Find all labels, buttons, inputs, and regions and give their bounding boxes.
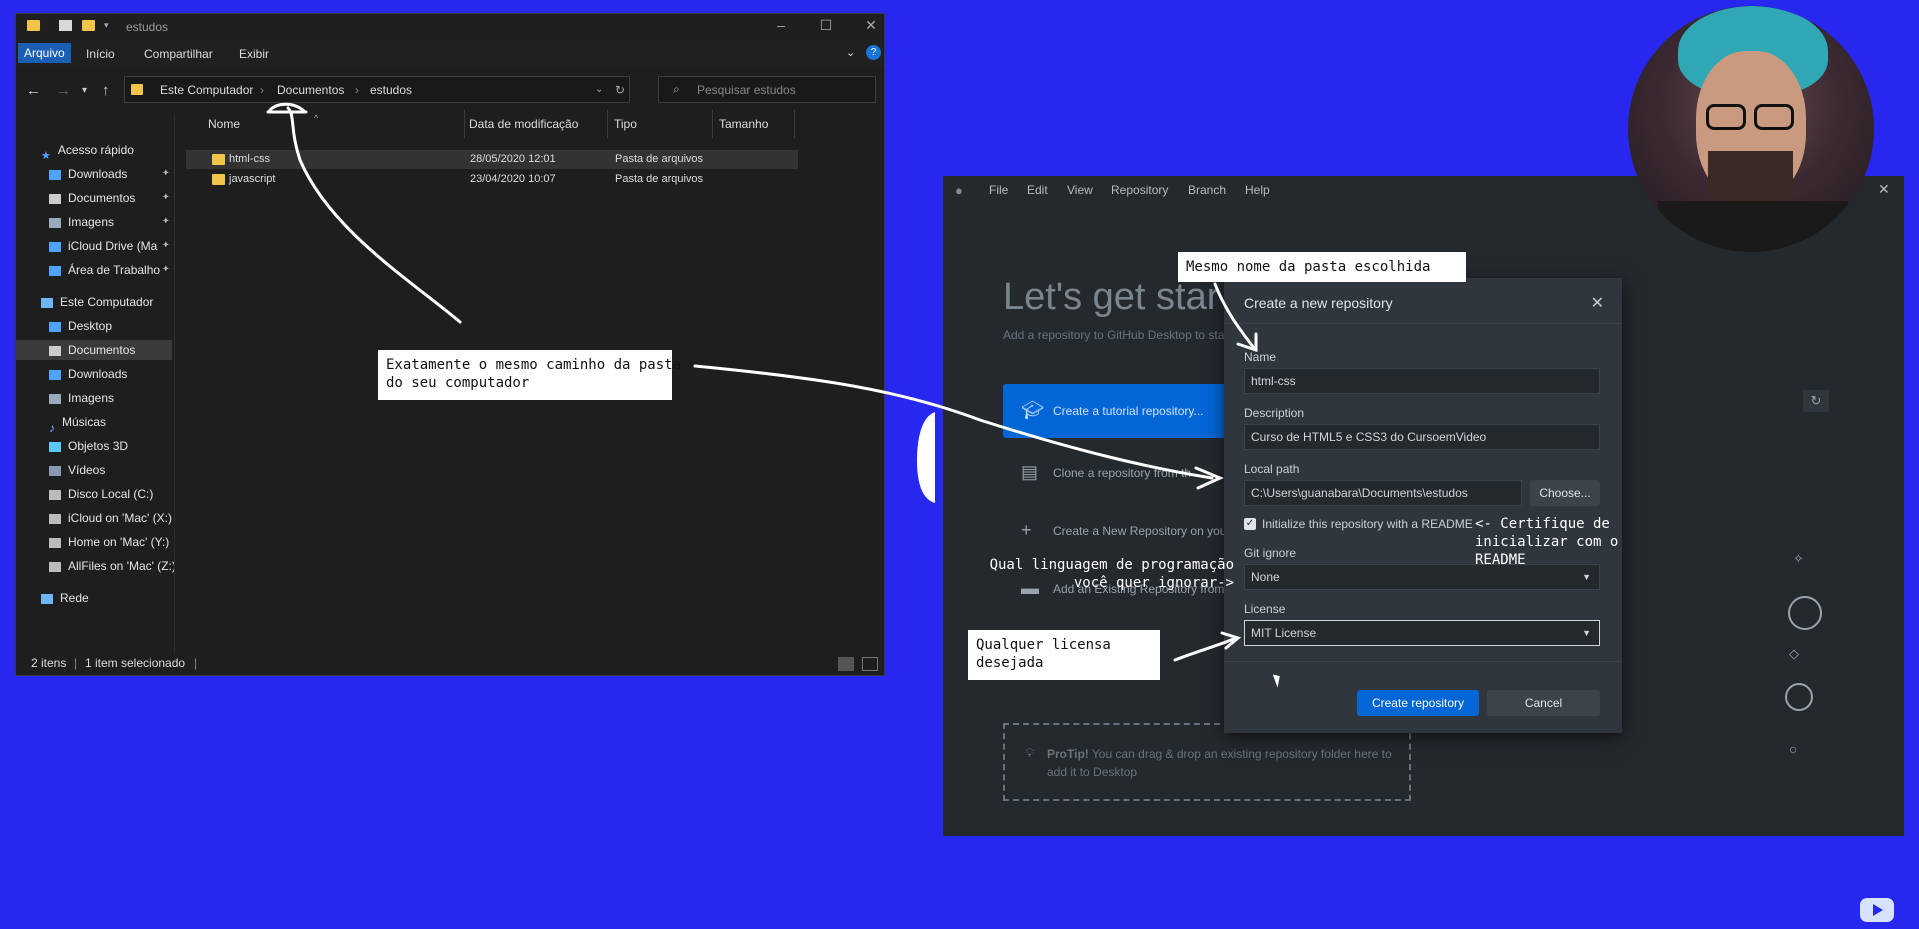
- annotation-same-path: Exatamente o mesmo caminho da pasta do s…: [378, 350, 681, 400]
- drag-shape-annotation: [916, 412, 936, 503]
- channel-logo-icon: [1860, 898, 1894, 922]
- annotation-arrows: [266, 102, 1258, 662]
- annotation-license: Qualquer licensa desejada: [968, 630, 1160, 680]
- arrow-path-to-address: [286, 106, 462, 324]
- annotation-readme: <- Certifique de inicializar com o READM…: [1475, 516, 1619, 568]
- arrow-path-to-name: [1213, 282, 1256, 350]
- annotation-same-name: Mesmo nome da pasta escolhida: [1178, 252, 1466, 282]
- annotation-gitignore: Qual linguagem de programação você quer …: [989, 557, 1234, 591]
- arrow-path-to-local-path: [693, 364, 1214, 480]
- play-icon: [1873, 904, 1883, 916]
